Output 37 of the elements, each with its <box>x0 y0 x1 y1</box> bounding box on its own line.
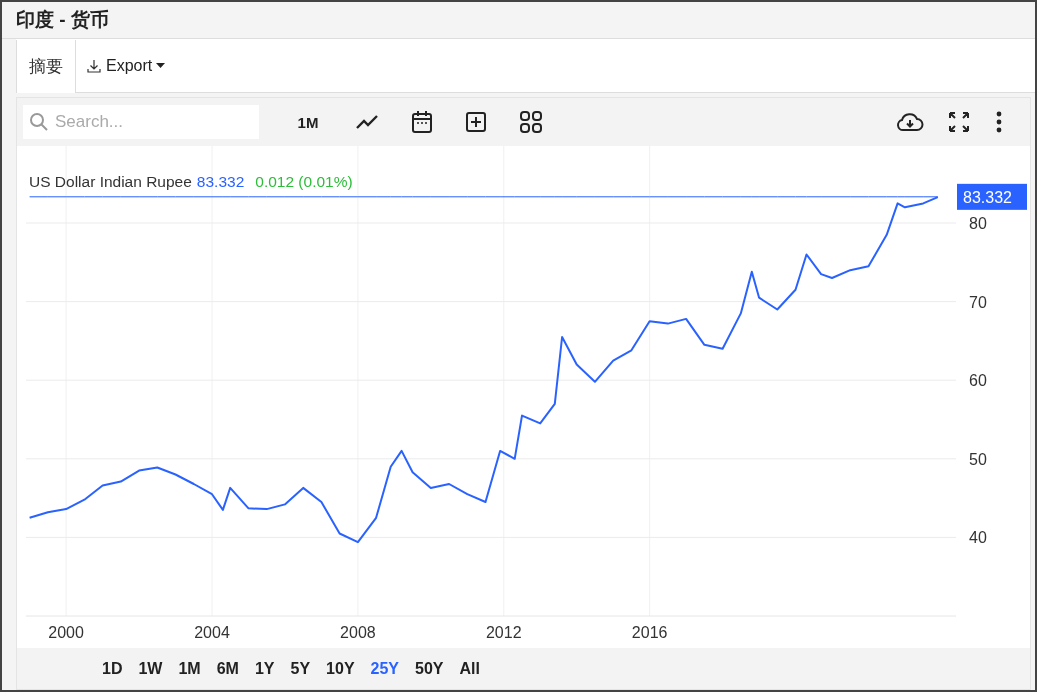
x-axis-label: 2000 <box>48 624 84 641</box>
caret-icon <box>156 63 166 69</box>
range-button[interactable]: 50Y <box>407 659 452 678</box>
range-button[interactable]: All <box>451 659 488 678</box>
cloud-download-icon[interactable] <box>896 112 924 132</box>
y-axis-label: 40 <box>969 529 987 547</box>
range-button[interactable]: 10Y <box>318 659 363 678</box>
more-icon[interactable] <box>996 111 1002 133</box>
add-icon[interactable] <box>465 111 487 133</box>
grid-icon[interactable] <box>519 110 543 134</box>
search-box[interactable]: Search... <box>23 105 259 139</box>
export-button[interactable]: Export <box>76 40 176 92</box>
legend-name: US Dollar Indian Rupee <box>29 173 192 191</box>
tab[interactable]: 摘要 <box>16 40 76 93</box>
price-tag: 83.332 <box>957 183 1027 210</box>
y-axis-label: 60 <box>969 372 987 390</box>
calendar-icon[interactable] <box>411 110 433 134</box>
x-axis-label: 2008 <box>340 624 376 641</box>
x-axis-label: 2012 <box>485 624 522 641</box>
y-axis-label: 70 <box>969 293 987 311</box>
range-button[interactable]: 6M <box>208 659 247 678</box>
range-button[interactable]: 1M <box>170 659 209 678</box>
x-axis-label: 2004 <box>194 624 230 641</box>
x-axis-label: 2016 <box>631 624 668 641</box>
legend-price: 83.332 <box>196 173 245 191</box>
range-button[interactable]: 5Y <box>282 659 319 678</box>
range-button[interactable]: 25Y <box>362 659 407 678</box>
legend-change: 0.012 (0.01%) <box>255 173 353 191</box>
search-icon <box>29 112 49 132</box>
interval-button[interactable]: 1M <box>293 113 323 131</box>
y-axis-label: 50 <box>969 450 987 468</box>
range-button[interactable]: 1Y <box>246 659 283 678</box>
y-axis-label: 80 <box>969 215 987 232</box>
range-button[interactable]: 1D <box>94 659 131 678</box>
range-button[interactable]: 1W <box>130 659 171 678</box>
download-icon <box>86 58 102 74</box>
fullscreen-icon[interactable] <box>948 111 970 133</box>
